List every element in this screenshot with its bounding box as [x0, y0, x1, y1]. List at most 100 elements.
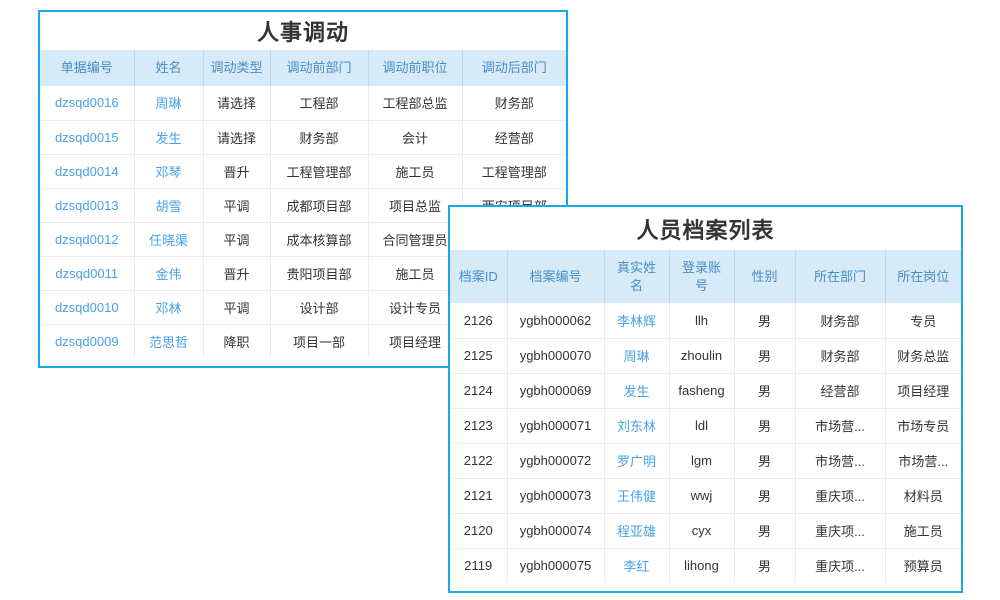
- column-header-5: 所在部门: [795, 250, 885, 303]
- table-cell: ygbh000072: [507, 443, 604, 478]
- table-cell: 专员: [885, 303, 961, 338]
- table-cell: ldl: [669, 408, 734, 443]
- table-cell: 男: [734, 373, 795, 408]
- table-cell: 男: [734, 443, 795, 478]
- table-cell: ygbh000062: [507, 303, 604, 338]
- link-cell[interactable]: 王伟健: [604, 478, 669, 513]
- link-cell[interactable]: 刘东林: [604, 408, 669, 443]
- table-cell: 降职: [203, 324, 270, 358]
- table-cell: fasheng: [669, 373, 734, 408]
- link-cell[interactable]: 金伟: [134, 256, 203, 290]
- archive-panel-title: 人员档案列表: [450, 207, 961, 250]
- table-cell: 2120: [450, 513, 507, 548]
- table-row: dzsqd0016周琳请选择工程部工程部总监财务部: [40, 86, 566, 120]
- link-cell[interactable]: 胡雪: [134, 188, 203, 222]
- transfer-table-header-row: 单据编号姓名调动类型调动前部门调动前职位调动后部门: [40, 50, 566, 86]
- link-cell[interactable]: dzsqd0009: [40, 324, 134, 358]
- link-cell[interactable]: 发生: [604, 373, 669, 408]
- column-header-3: 登录账 号: [669, 250, 734, 303]
- page: 人事调动 单据编号姓名调动类型调动前部门调动前职位调动后部门 dzsqd0016…: [0, 0, 1000, 600]
- table-cell: 2123: [450, 408, 507, 443]
- table-cell: 财务部: [795, 303, 885, 338]
- personnel-archive-panel: 人员档案列表 档案ID档案编号真实姓 名登录账 号性别所在部门所在岗位 2126…: [448, 205, 963, 593]
- table-row: 2125ygbh000070周琳zhoulin男财务部财务总监: [450, 338, 961, 373]
- table-cell: 成本核算部: [270, 222, 368, 256]
- link-cell[interactable]: dzsqd0016: [40, 86, 134, 120]
- table-cell: 平调: [203, 290, 270, 324]
- table-cell: ygbh000073: [507, 478, 604, 513]
- link-cell[interactable]: dzsqd0011: [40, 256, 134, 290]
- link-cell[interactable]: 范思哲: [134, 324, 203, 358]
- table-cell: 请选择: [203, 86, 270, 120]
- table-cell: 男: [734, 408, 795, 443]
- table-row: dzsqd0015发生请选择财务部会计经营部: [40, 120, 566, 154]
- table-cell: lgm: [669, 443, 734, 478]
- table-cell: 男: [734, 548, 795, 583]
- link-cell[interactable]: 发生: [134, 120, 203, 154]
- column-header-4: 性别: [734, 250, 795, 303]
- table-cell: 平调: [203, 222, 270, 256]
- column-header-5: 调动后部门: [462, 50, 566, 86]
- link-cell[interactable]: 程亚雄: [604, 513, 669, 548]
- table-cell: 重庆项...: [795, 548, 885, 583]
- column-header-6: 所在岗位: [885, 250, 961, 303]
- table-cell: 会计: [368, 120, 462, 154]
- table-cell: 市场营...: [885, 443, 961, 478]
- table-cell: 财务部: [462, 86, 566, 120]
- table-cell: 男: [734, 513, 795, 548]
- table-cell: ygbh000074: [507, 513, 604, 548]
- table-row: 2126ygbh000062李林辉llh男财务部专员: [450, 303, 961, 338]
- link-cell[interactable]: dzsqd0014: [40, 154, 134, 188]
- table-cell: 设计部: [270, 290, 368, 324]
- link-cell[interactable]: 周琳: [134, 86, 203, 120]
- table-cell: 晋升: [203, 154, 270, 188]
- table-cell: 经营部: [462, 120, 566, 154]
- table-cell: 贵阳项目部: [270, 256, 368, 290]
- table-cell: 工程部: [270, 86, 368, 120]
- table-cell: 2119: [450, 548, 507, 583]
- link-cell[interactable]: dzsqd0010: [40, 290, 134, 324]
- table-cell: ygbh000071: [507, 408, 604, 443]
- table-cell: 材料员: [885, 478, 961, 513]
- table-cell: llh: [669, 303, 734, 338]
- link-cell[interactable]: dzsqd0015: [40, 120, 134, 154]
- archive-table-header-row: 档案ID档案编号真实姓 名登录账 号性别所在部门所在岗位: [450, 250, 961, 303]
- table-cell: 晋升: [203, 256, 270, 290]
- table-row: 2124ygbh000069发生fasheng男经营部项目经理: [450, 373, 961, 408]
- column-header-4: 调动前职位: [368, 50, 462, 86]
- link-cell[interactable]: 罗广明: [604, 443, 669, 478]
- link-cell[interactable]: dzsqd0012: [40, 222, 134, 256]
- personnel-archive-table: 档案ID档案编号真实姓 名登录账 号性别所在部门所在岗位 2126ygbh000…: [450, 250, 961, 583]
- table-cell: lihong: [669, 548, 734, 583]
- table-cell: 请选择: [203, 120, 270, 154]
- table-row: dzsqd0014邓琴晋升工程管理部施工员工程管理部: [40, 154, 566, 188]
- link-cell[interactable]: 邓林: [134, 290, 203, 324]
- link-cell[interactable]: 李红: [604, 548, 669, 583]
- link-cell[interactable]: 李林辉: [604, 303, 669, 338]
- link-cell[interactable]: dzsqd0013: [40, 188, 134, 222]
- table-cell: 男: [734, 478, 795, 513]
- table-cell: 项目一部: [270, 324, 368, 358]
- table-cell: 2122: [450, 443, 507, 478]
- table-cell: 2125: [450, 338, 507, 373]
- table-cell: 预算员: [885, 548, 961, 583]
- column-header-1: 姓名: [134, 50, 203, 86]
- table-cell: 项目经理: [885, 373, 961, 408]
- column-header-3: 调动前部门: [270, 50, 368, 86]
- table-cell: 重庆项...: [795, 513, 885, 548]
- column-header-0: 单据编号: [40, 50, 134, 86]
- link-cell[interactable]: 邓琴: [134, 154, 203, 188]
- table-cell: 2121: [450, 478, 507, 513]
- table-row: 2122ygbh000072罗广明lgm男市场营...市场营...: [450, 443, 961, 478]
- table-cell: 工程管理部: [462, 154, 566, 188]
- column-header-1: 档案编号: [507, 250, 604, 303]
- link-cell[interactable]: 周琳: [604, 338, 669, 373]
- column-header-2: 调动类型: [203, 50, 270, 86]
- table-row: 2123ygbh000071刘东林ldl男市场营...市场专员: [450, 408, 961, 443]
- table-cell: ygbh000069: [507, 373, 604, 408]
- link-cell[interactable]: 任晓渠: [134, 222, 203, 256]
- table-cell: 财务部: [795, 338, 885, 373]
- table-cell: ygbh000075: [507, 548, 604, 583]
- table-cell: 男: [734, 338, 795, 373]
- table-cell: 市场营...: [795, 443, 885, 478]
